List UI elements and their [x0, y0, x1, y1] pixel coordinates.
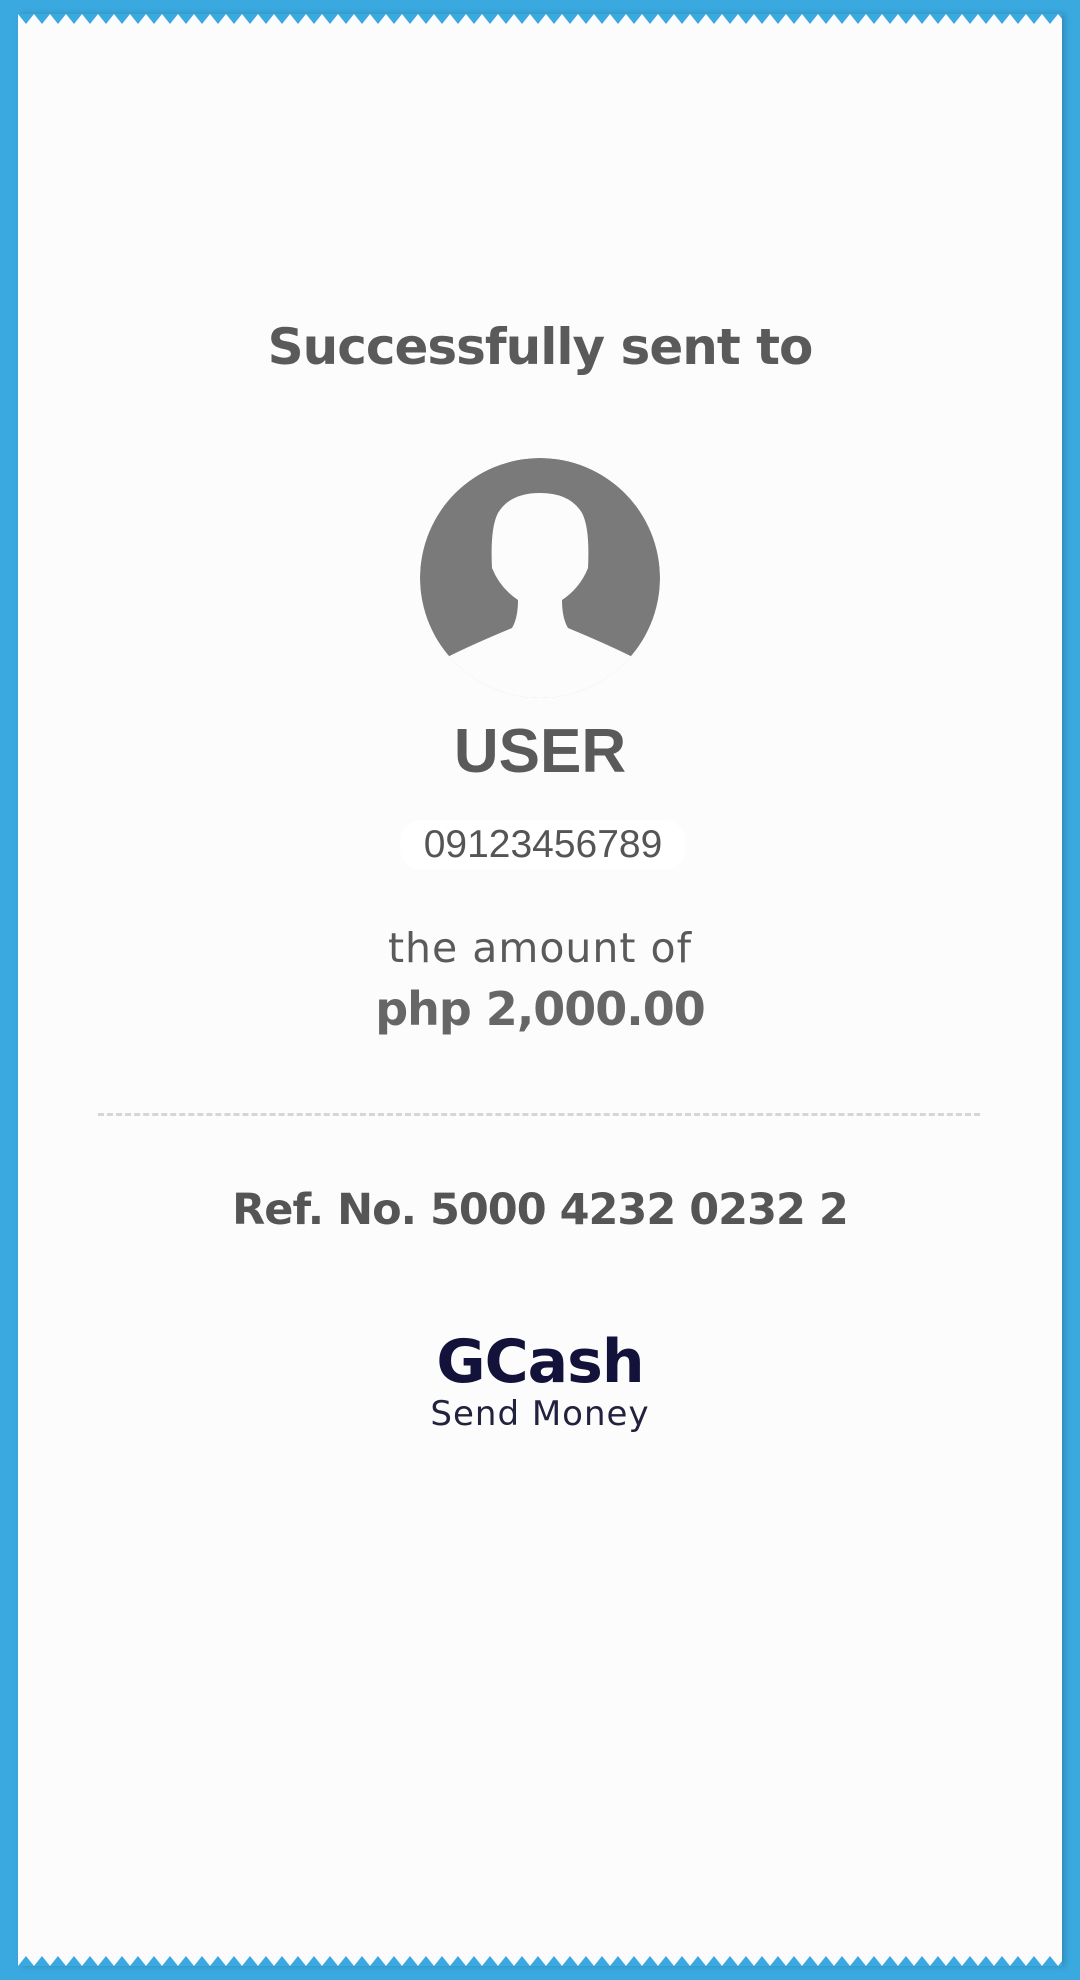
receipt-bottom-edge [18, 1944, 1062, 1966]
dashed-divider [98, 1113, 980, 1116]
recipient-avatar [420, 458, 660, 698]
amount-value: php 2,000.00 [375, 982, 706, 1036]
reference-number: Ref. No. 5000 4232 0232 2 [232, 1185, 849, 1235]
brand-subtitle: Send Money [430, 1394, 650, 1434]
gcash-logo: GCash [436, 1327, 644, 1397]
recipient-name: USER [453, 717, 627, 786]
recipient-phone: 09123456789 [423, 823, 663, 866]
recipient-phone-badge: 09123456789 [400, 820, 686, 870]
receipt-top-edge [18, 14, 1062, 36]
success-title: Successfully sent to [267, 318, 814, 376]
amount-label: the amount of [387, 924, 693, 972]
user-silhouette-icon [420, 458, 660, 698]
